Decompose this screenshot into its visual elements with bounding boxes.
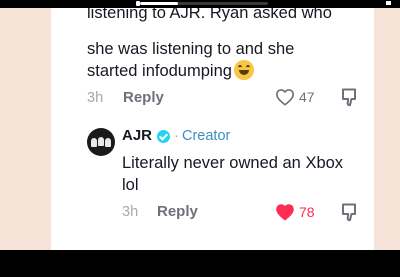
- reply-like-button[interactable]: 78: [275, 203, 315, 221]
- comment-dislike-button[interactable]: [341, 88, 357, 112]
- reply-text-line: lol: [122, 176, 139, 194]
- comments-panel: listening to AJR. Ryan asked who she was…: [51, 8, 374, 234]
- comments-panel-bottom: [51, 234, 374, 250]
- comment-reply-button[interactable]: Reply: [123, 89, 164, 106]
- comment-text-fragment: started infodumping: [87, 62, 232, 80]
- video-progress-track[interactable]: [140, 2, 268, 5]
- background-right: [374, 8, 400, 250]
- avatar[interactable]: [87, 128, 115, 156]
- verified-badge-icon: [157, 130, 170, 143]
- creator-badge: Creator: [182, 128, 231, 144]
- background-left: [0, 8, 51, 250]
- reply-timestamp: 3h: [122, 204, 139, 220]
- thumbs-down-icon: [342, 203, 356, 222]
- reply-author-name[interactable]: AJR: [122, 127, 152, 144]
- heart-outline-icon: [276, 89, 294, 106]
- video-indicator-icon: [386, 1, 391, 5]
- separator-dot: ·: [174, 127, 179, 144]
- reply-dislike-button[interactable]: [341, 203, 357, 227]
- comment-text-line: listening to AJR. Ryan asked who: [87, 8, 332, 22]
- reply-text-line: Literally never owned an Xbox: [122, 154, 344, 172]
- thumbs-down-icon: [342, 88, 356, 107]
- comment-like-count: 47: [299, 89, 315, 105]
- bottom-bar: [0, 250, 400, 277]
- laughing-emoji-icon: [233, 60, 254, 80]
- video-progress-fill: [140, 2, 179, 5]
- comment-timestamp: 3h: [87, 90, 104, 106]
- heart-filled-icon: [276, 204, 294, 221]
- reply-reply-button[interactable]: Reply: [157, 203, 198, 220]
- comment-like-button[interactable]: 47: [275, 88, 315, 106]
- reply-like-count: 78: [299, 204, 315, 220]
- comment-text-line: started infodumping: [87, 60, 357, 82]
- video-progress-bar[interactable]: [0, 0, 400, 8]
- comment-text-line: she was listening to and she: [87, 40, 295, 58]
